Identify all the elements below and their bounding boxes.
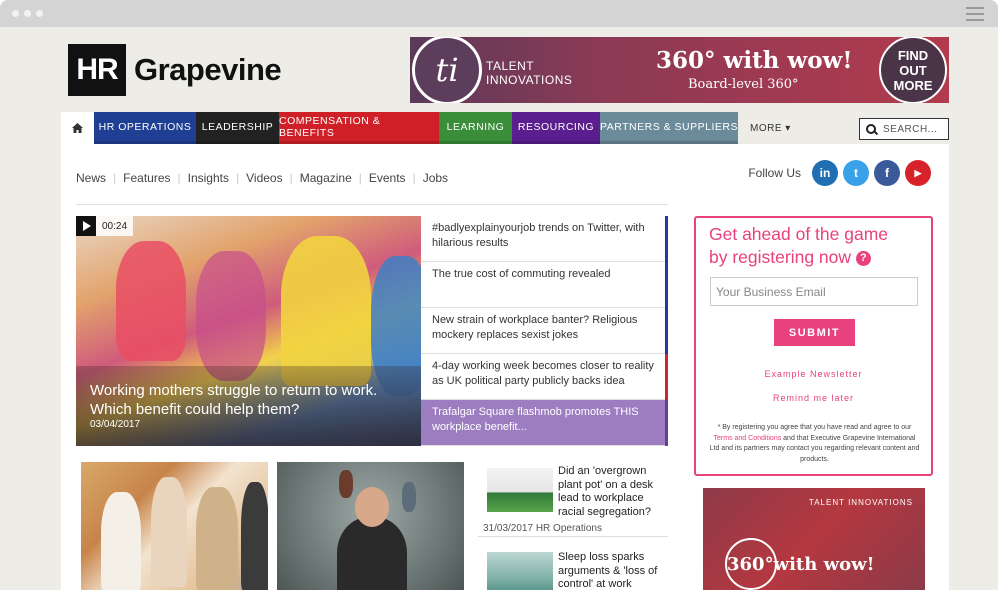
hero-image-figure <box>116 241 186 361</box>
mini-article-image <box>487 468 553 512</box>
example-newsletter-link[interactable]: Example Newsletter <box>696 369 931 379</box>
search-icon <box>866 124 876 134</box>
main-content: News | Features | Insights | Videos | Ma… <box>61 144 949 590</box>
mini-article-image <box>487 552 553 590</box>
sidebar-ad-headline: 360°with wow! <box>727 554 875 575</box>
play-icon[interactable] <box>76 216 96 236</box>
divider <box>76 204 668 205</box>
youtube-icon[interactable]: ▶ <box>905 160 931 186</box>
mini-article-title[interactable]: Sleep loss sparks arguments & 'loss of c… <box>558 551 663 590</box>
banner-brand: TALENT INNOVATIONS <box>486 59 573 87</box>
article-thumbnail-businessman[interactable] <box>277 462 464 590</box>
banner-cta-button[interactable]: FIND OUT MORE <box>879 37 947 103</box>
nav-resourcing[interactable]: RESOURCING <box>512 112 600 144</box>
video-badge[interactable]: 00:24 <box>76 216 134 236</box>
story-item[interactable]: The true cost of commuting revealed <box>421 262 668 308</box>
window-dots <box>12 10 43 17</box>
mini-article-meta: 31/03/2017 HR Operations <box>483 523 602 534</box>
nav-more-dropdown[interactable]: MORE ▾ <box>738 112 803 144</box>
home-icon[interactable] <box>61 112 94 144</box>
top-stories-list: #badlyexplainyourjob trends on Twitter, … <box>421 216 668 446</box>
story-item[interactable]: #badlyexplainyourjob trends on Twitter, … <box>421 216 668 262</box>
twitter-icon[interactable]: t <box>843 160 869 186</box>
banner-headline: 360° with wow! <box>656 47 853 74</box>
banner-subline: Board-level 360° <box>688 77 799 92</box>
browser-chrome <box>0 0 998 27</box>
article-thumbnail-office[interactable] <box>81 462 268 590</box>
subnav-news[interactable]: News <box>76 171 106 185</box>
register-box: Get ahead of the game by registering now… <box>694 216 933 476</box>
nav-leadership[interactable]: LEADERSHIP <box>196 112 279 144</box>
story-item[interactable]: New strain of workplace banter? Religiou… <box>421 308 668 354</box>
nav-hr-operations[interactable]: HR OPERATIONS <box>94 112 196 144</box>
story-item[interactable]: 4-day working week becomes closer to rea… <box>421 354 668 400</box>
facebook-icon[interactable]: f <box>874 160 900 186</box>
hamburger-menu-icon[interactable] <box>966 7 984 25</box>
site-logo[interactable]: HR Grapevine <box>68 44 282 96</box>
submit-button[interactable]: SUBMIT <box>774 319 855 346</box>
register-heading: Get ahead of the game by registering now… <box>709 224 889 267</box>
register-fine-print: * By registering you agree that you have… <box>709 424 920 463</box>
top-banner-ad[interactable]: ti TALENT INNOVATIONS 360° with wow! Boa… <box>410 37 949 103</box>
logo-hr-box: HR <box>68 44 126 96</box>
nav-partners-suppliers[interactable]: PARTNERS & SUPPLIERS <box>600 112 738 144</box>
linkedin-icon[interactable]: in <box>812 160 838 186</box>
mini-article-title[interactable]: Did an 'overgrown plant pot' on a desk l… <box>558 465 663 519</box>
search-box[interactable]: SEARCH... <box>859 118 949 140</box>
subnav-magazine[interactable]: Magazine <box>300 171 352 185</box>
main-nav: HR OPERATIONS LEADERSHIP COMPENSATION & … <box>61 112 949 144</box>
hero-image-figure <box>281 236 371 386</box>
sub-nav: News | Features | Insights | Videos | Ma… <box>76 171 449 185</box>
follow-us: Follow Us in t f ▶ <box>748 160 931 186</box>
logo-wordmark: Grapevine <box>134 52 282 87</box>
mini-article[interactable]: Sleep loss sparks arguments & 'loss of c… <box>478 544 668 590</box>
email-field[interactable]: Your Business Email <box>710 277 918 306</box>
subnav-features[interactable]: Features <box>123 171 170 185</box>
subnav-jobs[interactable]: Jobs <box>423 171 448 185</box>
story-item-active[interactable]: Trafalgar Square flashmob promotes THIS … <box>421 400 668 446</box>
sidebar-ad[interactable]: TALENT INNOVATIONS 360°with wow! <box>703 488 925 590</box>
sidebar-ad-label: TALENT INNOVATIONS <box>808 498 913 507</box>
help-icon[interactable]: ? <box>855 250 871 266</box>
hero-image-figure <box>196 251 266 381</box>
video-duration: 00:24 <box>102 220 128 232</box>
hero-date: 03/04/2017 <box>90 419 141 430</box>
page: HR Grapevine ti TALENT INNOVATIONS 360° … <box>0 27 998 590</box>
hero-article[interactable]: 00:24 Working mothers struggle to return… <box>76 216 421 446</box>
follow-label: Follow Us <box>748 166 801 180</box>
subnav-videos[interactable]: Videos <box>246 171 282 185</box>
terms-link[interactable]: Terms and Conditions <box>714 435 782 442</box>
nav-compensation-benefits[interactable]: COMPENSATION & BENEFITS <box>279 112 439 144</box>
remind-later-link[interactable]: Remind me later <box>696 393 931 403</box>
hero-title[interactable]: Working mothers struggle to return to wo… <box>90 381 390 419</box>
nav-learning[interactable]: LEARNING <box>439 112 512 144</box>
mini-article[interactable]: Did an 'overgrown plant pot' on a desk l… <box>478 462 668 537</box>
talent-innovations-logo: ti <box>412 37 482 103</box>
subnav-events[interactable]: Events <box>369 171 406 185</box>
subnav-insights[interactable]: Insights <box>188 171 229 185</box>
search-placeholder: SEARCH... <box>883 123 938 135</box>
